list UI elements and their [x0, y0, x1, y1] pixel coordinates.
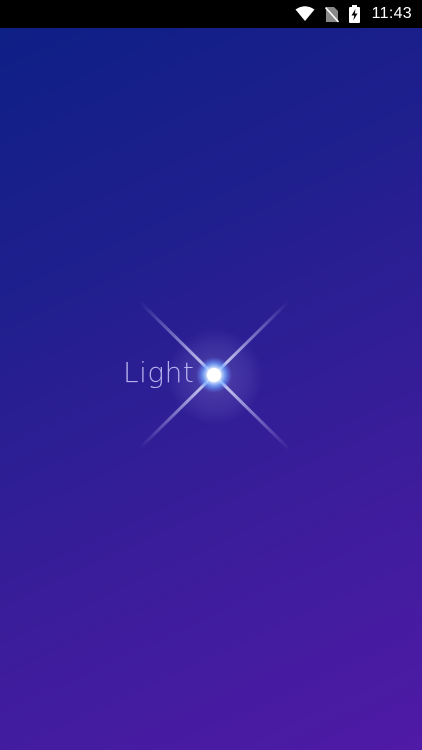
wifi-icon: [295, 0, 315, 28]
no-sim-icon: [324, 0, 339, 28]
app-logo: Light: [118, 298, 308, 458]
battery-charging-icon: [348, 0, 360, 28]
splash-screen: 11:43 Light: [0, 0, 422, 750]
logo-text: Light: [123, 356, 195, 389]
status-bar: 11:43: [0, 0, 422, 28]
status-time: 11:43: [371, 5, 412, 22]
splash-background: Light: [0, 28, 422, 750]
